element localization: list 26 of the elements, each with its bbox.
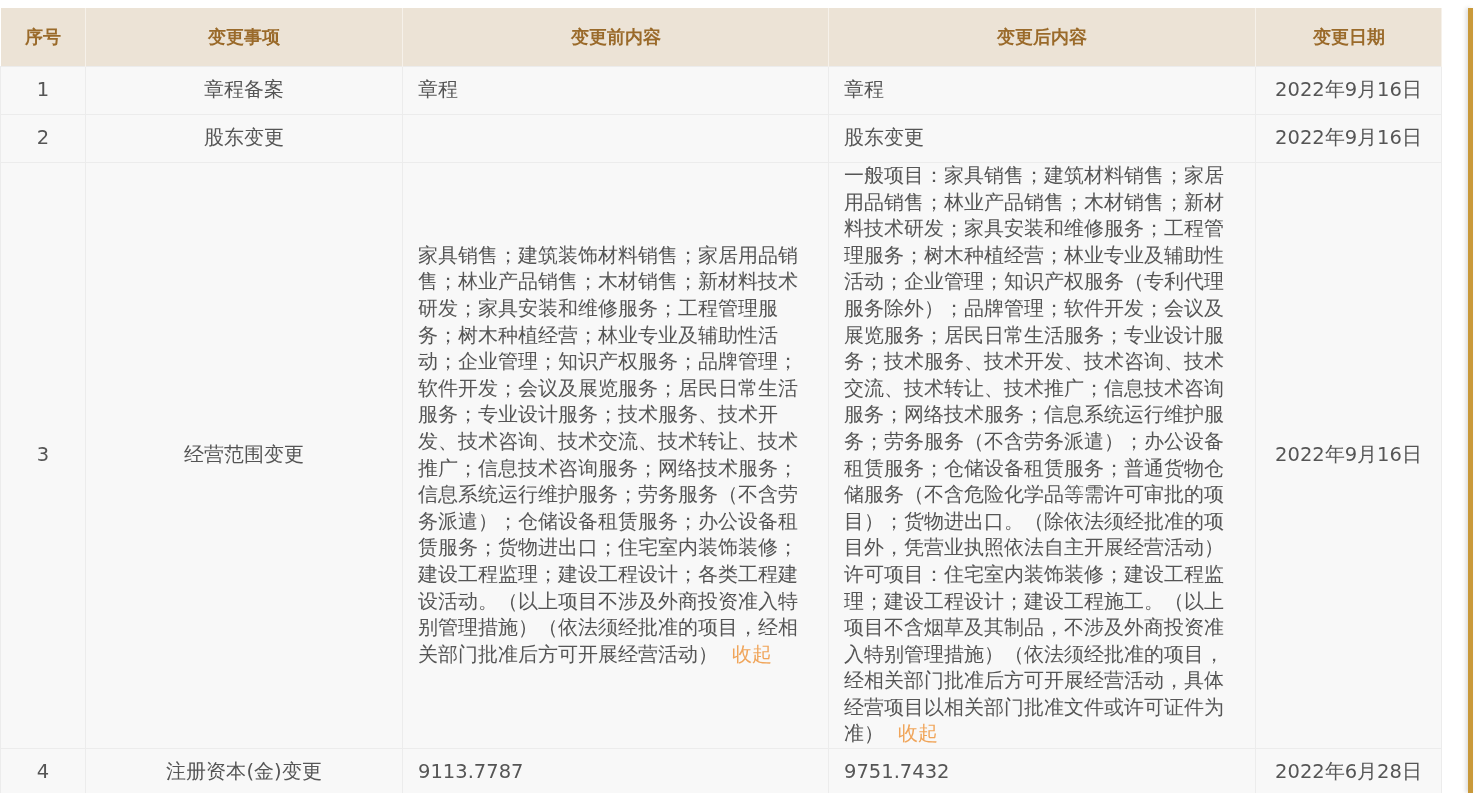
item-header: 变更事项	[85, 8, 403, 67]
table-cell: 1	[0, 66, 86, 115]
after-header: 变更后内容	[828, 8, 1256, 67]
table-cell: 9751.7432	[828, 748, 1256, 793]
table-cell: 股东变更	[85, 114, 403, 163]
table-cell: 经营范围变更	[85, 162, 403, 749]
table-cell: 3	[0, 162, 86, 749]
table-cell: 股东变更	[828, 114, 1256, 163]
table-cell: 注册资本(金)变更	[85, 748, 403, 793]
table-cell: 章程备案	[85, 66, 403, 115]
content-text: 家具销售；建筑装饰材料销售；家居用品销售；林业产品销售；木材销售；新材料技术研发；家具安装和维修服务；工程管理服务；树木种植经营；林业专业及辅助性活动；企业管理；知识产权服务；品牌管理；软件开发；会议及展览服务；居民日常生活服务；专业设计服务；技术服务、技术开发、技术咨询、技术交流、技术转让、技术推广；信息技术咨询服务；网络技术服务；信息系统运行维护服务；劳务服务（不含劳务派遣）；仓储设备租赁服务；办公设备租赁服务；货物进出口；住宅室内装饰装修；建设工程监理；建设工程设计；各类工程建设活动。（以上项目不涉及外商投资准入特别管理措施）（依法须经批准的项目，经相关部门批准后方可开展经营活动） 收起	[418, 243, 798, 666]
collapse-link[interactable]: 收起	[898, 722, 938, 746]
table-cell: 9113.7787	[402, 748, 829, 793]
table-cell: 2022年9月16日	[1255, 114, 1442, 163]
table-cell: 4	[0, 748, 86, 793]
before-header: 变更前内容	[402, 8, 829, 67]
table-cell: 2022年6月28日	[1255, 748, 1442, 793]
index-header: 序号	[0, 8, 86, 67]
table-cell: 2	[0, 114, 86, 163]
table-cell: 章程	[828, 66, 1256, 115]
collapse-link[interactable]: 收起	[732, 642, 772, 666]
date-header: 变更日期	[1255, 8, 1442, 67]
table-cell: 章程	[402, 66, 829, 115]
content-text: 一般项目：家具销售；建筑材料销售；家居用品销售；林业产品销售；木材销售；新材料技术研发；家具安装和维修服务；工程管理服务；树木种植经营；林业专业及辅助性活动；企业管理；知识产权服务（专利代理服务除外）；品牌管理；软件开发；会议及展览服务；居民日常生活服务；专业设计服务；技术服务、技术开发、技术咨询、技术交流、技术转让、技术推广；信息技术咨询服务；网络技术服务；信息系统运行维护服务；劳务服务（不含劳务派遣）；办公设备租赁服务；仓储设备租赁服务；普通货物仓储服务（不含危险化学品等需许可审批的项目）；货物进出口。（除依法须经批准的项目外，凭营业执照依法自主开展经营活动）许可项目：住宅室内装饰装修；建设工程监理；建设工程设计；建设工程施工。（以上项目不含烟草及其制品，不涉及外商投资准入特别管理措施）（依法须经批准的项目，经相关部门批准后方可开展经营活动，具体经营项目以相关部门批准文件或许可证件为准） 收起	[844, 164, 1224, 746]
table-cell: 2022年9月16日	[1255, 66, 1442, 115]
table-cell: 2022年9月16日	[1255, 162, 1442, 749]
